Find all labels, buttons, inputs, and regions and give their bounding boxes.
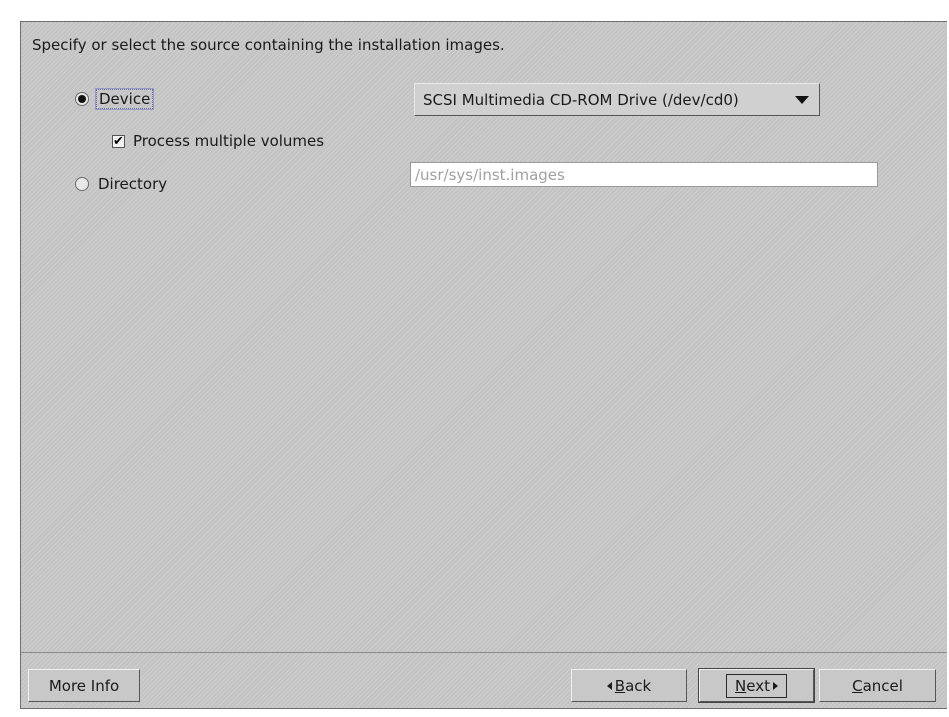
next-button[interactable]: Next bbox=[698, 668, 815, 703]
directory-path-input[interactable]: /usr/sys/inst.images bbox=[410, 162, 878, 187]
more-info-button[interactable]: More Info bbox=[28, 669, 140, 702]
triangle-down-icon bbox=[795, 95, 809, 104]
next-label: ext bbox=[746, 676, 770, 695]
back-arrow-icon bbox=[606, 681, 612, 690]
device-label: Device bbox=[94, 88, 155, 110]
device-select[interactable]: SCSI Multimedia CD-ROM Drive (/dev/cd0) bbox=[414, 83, 820, 116]
process-multiple-option[interactable]: ✔ Process multiple volumes bbox=[112, 132, 324, 150]
process-multiple-checkbox[interactable]: ✔ bbox=[112, 134, 125, 148]
device-radio[interactable] bbox=[75, 92, 89, 106]
directory-option[interactable]: Directory bbox=[75, 175, 169, 193]
process-multiple-label: Process multiple volumes bbox=[133, 132, 325, 150]
cancel-button[interactable]: Cancel bbox=[819, 669, 936, 702]
directory-label: Directory bbox=[98, 175, 168, 193]
next-arrow-icon bbox=[772, 682, 778, 690]
cancel-label: ancel bbox=[862, 676, 903, 695]
back-mnemonic: B bbox=[614, 676, 626, 695]
button-bar: More Info Back Next Cancel bbox=[20, 652, 947, 709]
back-button[interactable]: Back bbox=[571, 669, 687, 702]
directory-radio[interactable] bbox=[75, 177, 89, 191]
next-focus-frame: Next bbox=[726, 673, 787, 698]
next-mnemonic: N bbox=[735, 676, 747, 695]
device-select-value: SCSI Multimedia CD-ROM Drive (/dev/cd0) bbox=[423, 90, 739, 109]
more-info-label: More Info bbox=[48, 676, 120, 695]
back-label: ack bbox=[625, 676, 652, 695]
installation-source-dialog: Specify or select the source containing … bbox=[0, 0, 949, 717]
main-panel: Specify or select the source containing … bbox=[20, 21, 947, 652]
device-option[interactable]: Device bbox=[75, 88, 155, 110]
instruction-text: Specify or select the source containing … bbox=[32, 36, 505, 54]
cancel-mnemonic: C bbox=[852, 676, 863, 695]
